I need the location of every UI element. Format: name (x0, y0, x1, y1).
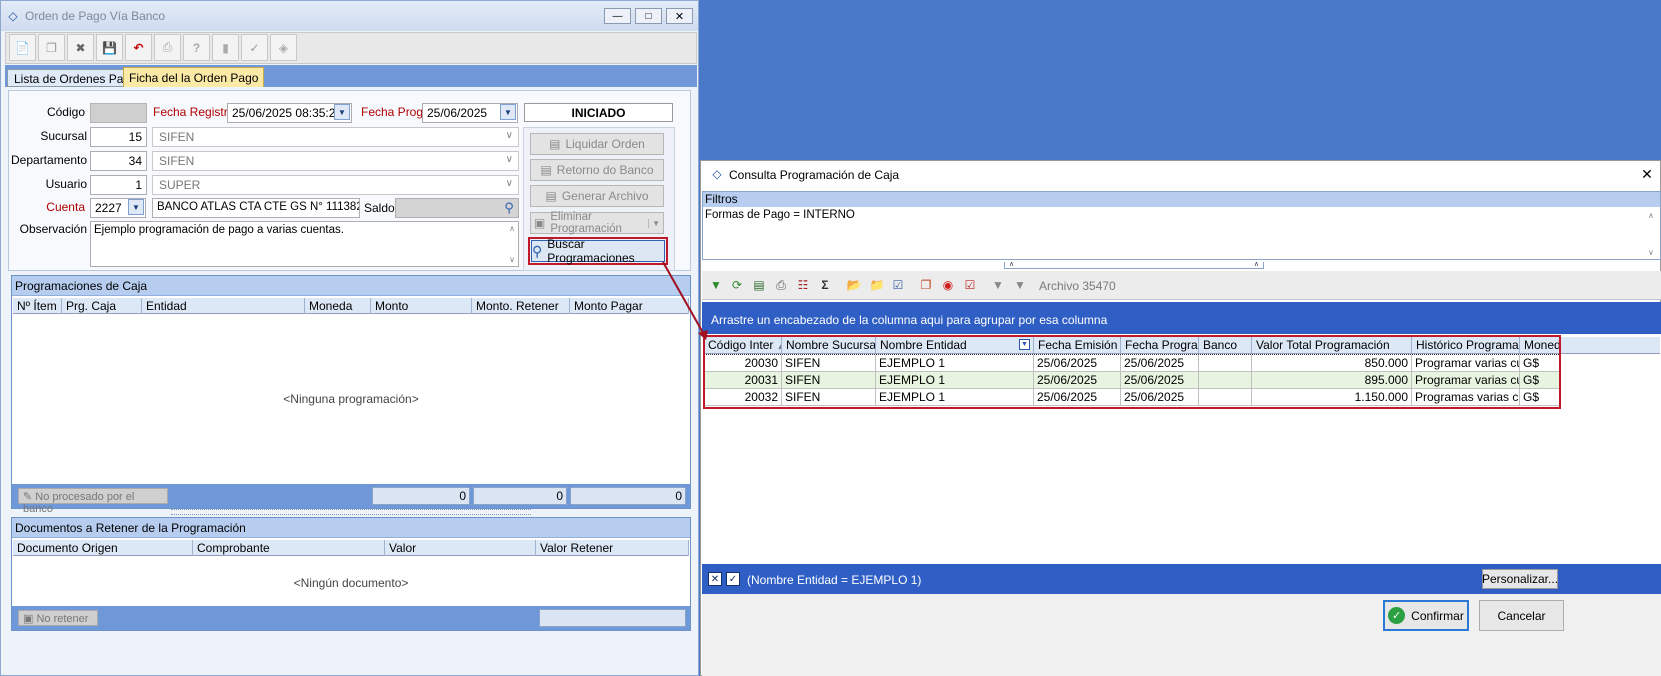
arrow-head (698, 330, 708, 340)
annotation-arrow (662, 261, 708, 340)
arrow-line (662, 261, 707, 339)
